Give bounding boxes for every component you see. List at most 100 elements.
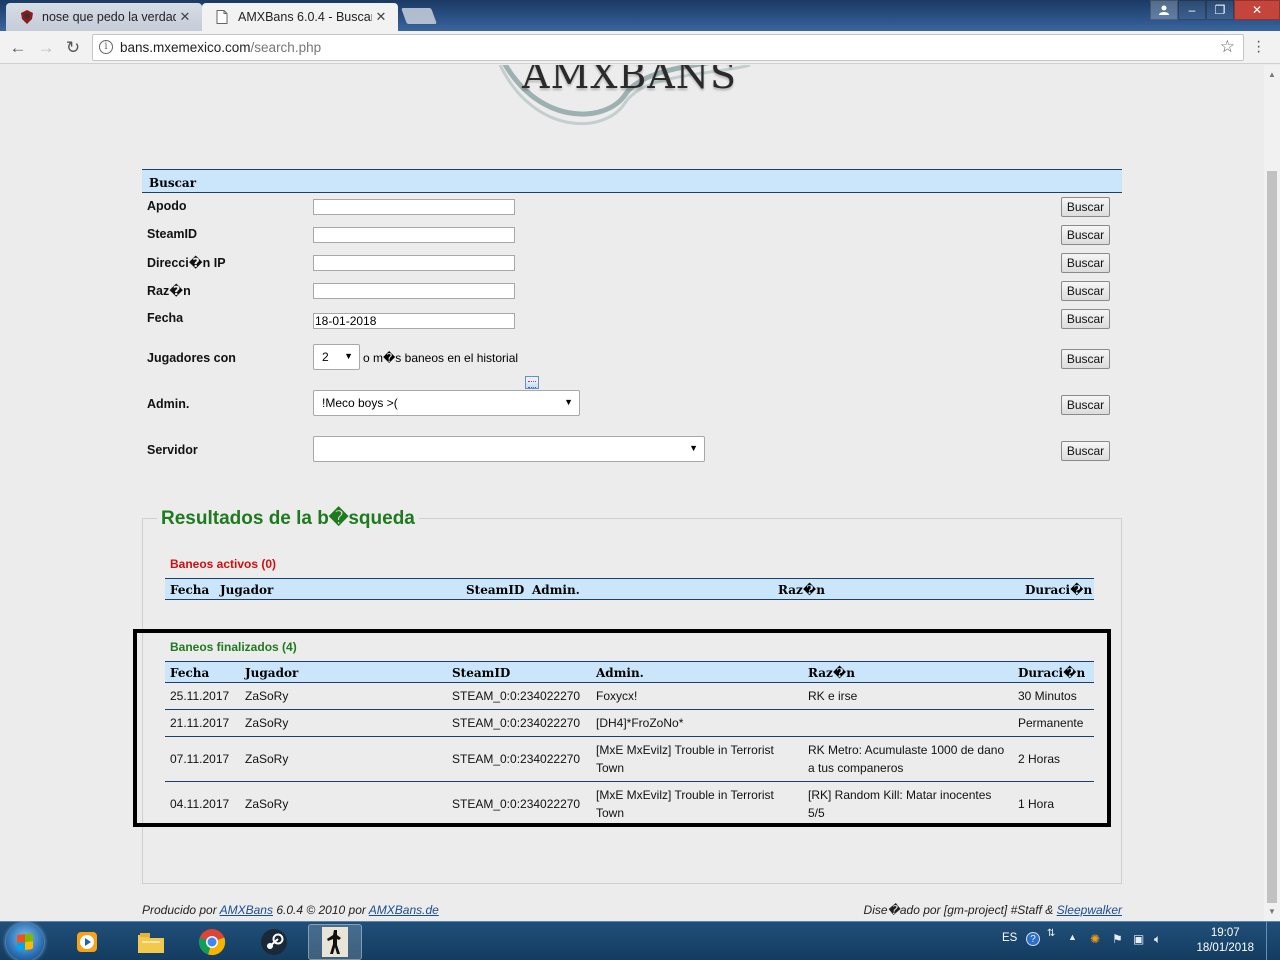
footer: Producido por AMXBans 6.0.4 © 2010 por A… [142,903,1122,917]
help-icon[interactable]: ? [1026,932,1040,946]
profile-icon[interactable] [1150,0,1178,20]
col-admin[interactable]: Admin. [532,583,580,597]
clock-date: 18/01/2018 [1196,942,1254,954]
razon-input[interactable] [313,283,515,299]
cell-steamid: STEAM_0:0:234022270 [452,716,581,730]
volume-icon[interactable]: 🔈︎ [1154,932,1161,947]
window-controls: – ❐ ✕ [1150,0,1280,20]
shield-icon [20,10,34,24]
cell-duracion: Permanente [1018,716,1084,730]
col-jugador[interactable]: Jugador [220,583,273,597]
close-window-icon[interactable]: ✕ [1234,0,1280,20]
col-steamid[interactable]: SteamID [466,583,524,597]
cell-duracion: 30 Minutos [1018,689,1077,703]
bookmark-star-icon[interactable]: ☆ [1220,37,1235,57]
counter-strike-icon[interactable] [308,924,362,960]
logo-text: AMXBANS [522,65,738,97]
search-fecha-button[interactable]: Buscar [1061,309,1110,329]
col-duracion[interactable]: Duraci�n [1018,666,1085,680]
amxbans-link[interactable]: AMXBans [220,903,273,917]
close-tab-icon[interactable]: ✕ [372,9,390,25]
admin-select[interactable]: !Meco boys >( ▼ [313,390,580,416]
search-apodo-button[interactable]: Buscar [1061,197,1110,217]
search-steamid-button[interactable]: Buscar [1061,225,1110,245]
scrollbar[interactable]: ▲ ▼ [1264,65,1280,921]
scroll-up-icon[interactable]: ▲ [1268,70,1276,79]
cell-jugador: ZaSoRy [245,797,289,811]
jugadores-select[interactable]: 2 ▼ [313,344,360,370]
search-admin-button[interactable]: Buscar [1061,395,1110,415]
start-button[interactable] [6,923,44,960]
table-row[interactable]: 25.11.2017 ZaSoRy STEAM_0:0:234022270 Fo… [165,683,1094,710]
ip-input[interactable] [313,255,515,271]
chrome-icon[interactable] [185,924,239,960]
scroll-thumb[interactable] [1267,171,1277,903]
tab-inactive[interactable]: nose que pedo la verdad ✕ [6,3,202,31]
results-title: Resultados de la b�squeda [157,507,419,530]
active-bans-table: Fecha Jugador SteamID Admin. Raz�n Durac… [165,578,1094,600]
new-tab-button[interactable] [401,8,437,24]
tab-title: nose que pedo la verdad [42,10,176,24]
cell-admin: [DH4]*FroZoNo* [596,716,684,730]
show-desktop-button[interactable] [1266,922,1280,960]
admin-value: !Meco boys >( [322,396,398,410]
minimize-icon[interactable]: – [1178,0,1206,20]
cell-steamid: STEAM_0:0:234022270 [452,797,581,811]
network-icon[interactable]: ▣ [1133,932,1144,946]
table-row[interactable]: 21.11.2017 ZaSoRy STEAM_0:0:234022270 [D… [165,710,1094,737]
search-servidor-button[interactable]: Buscar [1061,441,1110,461]
footer-left: Producido por AMXBans 6.0.4 © 2010 por A… [142,903,439,917]
cell-fecha: 21.11.2017 [170,716,230,730]
chevron-up-icon[interactable]: ▲ [1068,932,1077,942]
search-jugadores-button[interactable]: Buscar [1061,349,1110,369]
media-player-icon[interactable] [60,924,114,960]
steam-icon[interactable] [247,924,301,960]
col-fecha[interactable]: Fecha [170,666,209,680]
col-admin[interactable]: Admin. [596,666,644,680]
cell-steamid: STEAM_0:0:234022270 [452,689,581,703]
file-explorer-icon[interactable] [124,924,178,960]
col-razon[interactable]: Raz�n [778,583,825,597]
clock[interactable]: 19:07 18/01/2018 [1196,926,1254,956]
search-ip-button[interactable]: Buscar [1061,253,1110,273]
apodo-input[interactable] [313,199,515,215]
sync-icon[interactable]: ⇅ [1047,928,1055,939]
avast-icon[interactable]: ✺ [1090,932,1100,946]
col-jugador[interactable]: Jugador [245,666,298,680]
cell-jugador: ZaSoRy [245,689,289,703]
cell-duracion: 2 Horas [1018,752,1061,766]
fecha-input[interactable] [313,313,515,329]
col-fecha[interactable]: Fecha [170,583,209,597]
address-bar[interactable]: i bans.mxemexico.com/search.php ☆ [92,34,1244,61]
reload-icon[interactable]: ↻ [62,37,84,59]
info-icon[interactable]: i [99,40,113,54]
amxbans-logo: AMXBANS [494,65,756,129]
active-bans-header: Fecha Jugador SteamID Admin. Raz�n Durac… [165,578,1094,600]
col-razon[interactable]: Raz�n [808,666,855,680]
menu-icon[interactable]: · · · [1256,34,1261,60]
finished-bans-table: Fecha Jugador SteamID Admin. Raz�n Durac… [165,661,1094,827]
cell-razon: RK Metro: Acumulaste 1000 de dano a tus … [808,743,1005,775]
apodo-label: Apodo [147,199,187,213]
search-razon-button[interactable]: Buscar [1061,281,1110,301]
sleepwalker-link[interactable]: Sleepwalker [1057,903,1122,917]
cell-fecha: 25.11.2017 [170,689,230,703]
table-row[interactable]: 04.11.2017 ZaSoRy STEAM_0:0:234022270 [M… [165,782,1094,827]
search-form: Buscar Apodo Buscar SteamID Buscar Direc… [142,169,1122,462]
col-duracion[interactable]: Duraci�n [1025,583,1092,597]
chevron-down-icon: ▼ [689,443,698,453]
close-tab-icon[interactable]: ✕ [176,9,194,25]
back-icon[interactable]: ← [7,37,29,59]
restore-icon[interactable]: ❐ [1206,0,1234,20]
col-steamid[interactable]: SteamID [452,666,510,680]
tab-active[interactable]: AMXBans 6.0.4 - Buscar ✕ [202,3,398,31]
forward-icon[interactable]: → [35,37,57,59]
steamid-input[interactable] [313,227,515,243]
flag-icon[interactable]: ⚑ [1112,932,1123,946]
scroll-down-icon[interactable]: ▼ [1268,907,1276,916]
amxbans-de-link[interactable]: AMXBans.de [369,903,439,917]
table-row[interactable]: 07.11.2017 ZaSoRy STEAM_0:0:234022270 [M… [165,737,1094,782]
calendar-icon[interactable] [525,376,539,389]
language-indicator[interactable]: ES [1002,932,1017,944]
servidor-select[interactable]: ▼ [313,436,705,462]
